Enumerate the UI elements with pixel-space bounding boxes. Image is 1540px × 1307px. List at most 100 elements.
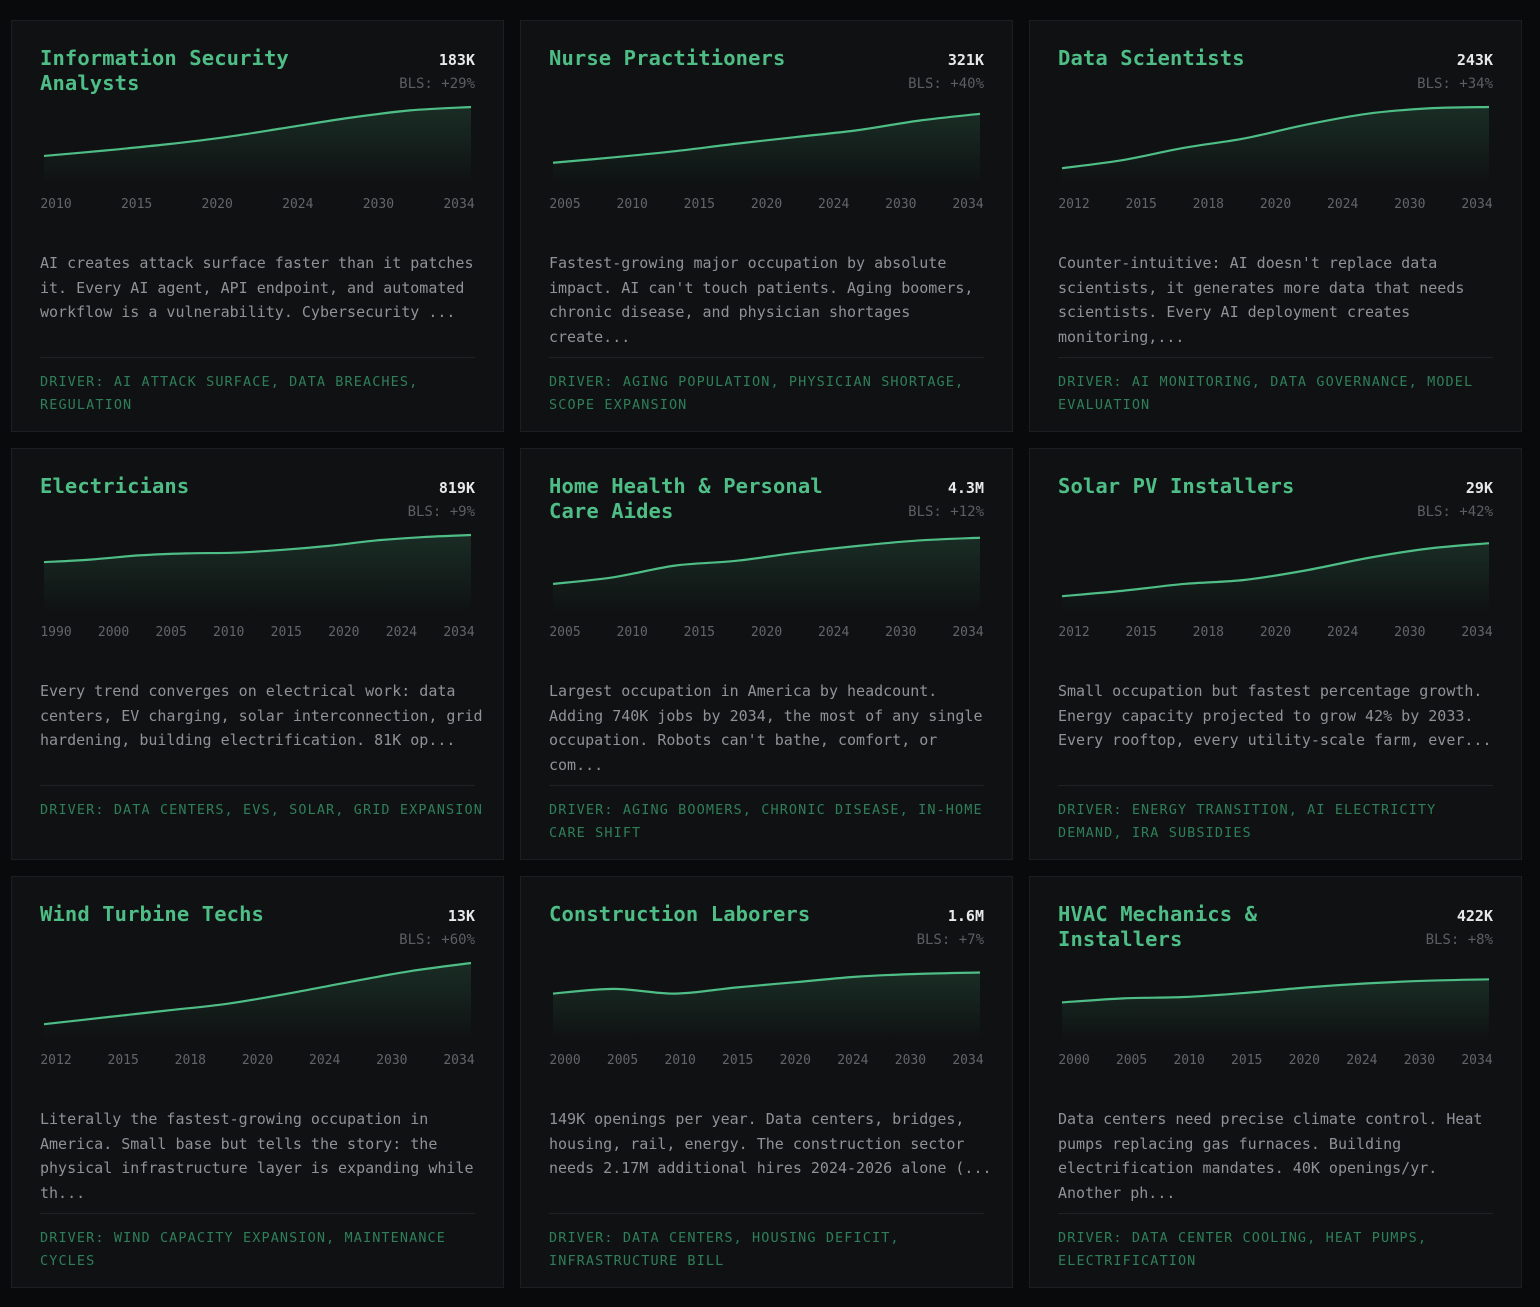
year-label: 2010 bbox=[616, 197, 648, 212]
card-title: HVAC Mechanics & Installers bbox=[1058, 902, 1258, 951]
year-label: 2034 bbox=[952, 1053, 984, 1068]
year-label: 2015 bbox=[683, 625, 715, 640]
occupation-card[interactable]: Information Security Analysts 183K BLS: … bbox=[11, 20, 504, 432]
card-description: Largest occupation in America by headcou… bbox=[549, 682, 983, 774]
occupation-card[interactable]: Home Health & Personal Care Aides 4.3M B… bbox=[520, 448, 1013, 860]
trend-sparkline bbox=[1061, 542, 1490, 613]
trend-area bbox=[553, 113, 980, 185]
occupation-card[interactable]: Electricians 819K BLS: +9% 1990 2000 2005 2… bbox=[11, 448, 504, 860]
card-count: 13K bbox=[447, 907, 475, 925]
divider bbox=[40, 1213, 475, 1214]
occupation-card[interactable]: Data Scientists 243K BLS: +34% 2012 2015 2… bbox=[1029, 20, 1522, 432]
divider bbox=[549, 785, 984, 786]
year-axis: 2012 2015 2018 2020 2024 2030 2034 bbox=[1030, 625, 1521, 643]
year-label: 2020 bbox=[779, 1053, 811, 1068]
year-label: 2010 bbox=[40, 197, 72, 212]
trend-sparkline bbox=[552, 536, 981, 613]
trend-area bbox=[553, 972, 980, 1041]
year-label: 2024 bbox=[309, 1053, 341, 1068]
card-count: 29K bbox=[1465, 479, 1493, 497]
card-title: Construction Laborers bbox=[549, 902, 811, 926]
year-label: 2005 bbox=[606, 1053, 639, 1068]
year-label: 1990 bbox=[40, 625, 72, 640]
card-description: Small occupation but fastest percentage … bbox=[1058, 682, 1492, 749]
trend-sparkline bbox=[43, 961, 472, 1041]
trend-sparkline bbox=[552, 971, 981, 1041]
divider bbox=[1058, 1213, 1493, 1214]
year-label: 2030 bbox=[894, 1053, 927, 1068]
occupation-grid: Information Security Analysts 183K BLS: … bbox=[0, 0, 1540, 1307]
card-count: 321K bbox=[947, 51, 984, 69]
card-title: Home Health & Personal Care Aides bbox=[549, 474, 823, 523]
year-label: 2024 bbox=[1327, 625, 1359, 640]
year-label: 2030 bbox=[1403, 1053, 1436, 1068]
year-label: 2030 bbox=[376, 1053, 408, 1068]
trend-sparkline bbox=[43, 105, 472, 185]
card-title: Data Scientists bbox=[1058, 46, 1245, 70]
year-label: 2010 bbox=[1173, 1053, 1205, 1068]
year-label: 2005 bbox=[155, 625, 187, 640]
year-axis: 2010 2015 2020 2024 2030 2034 bbox=[12, 197, 503, 215]
year-label: 2024 bbox=[1327, 197, 1359, 212]
year-label: 2034 bbox=[1461, 1053, 1493, 1068]
card-bls-growth: BLS: +40% bbox=[908, 76, 984, 92]
card-bls-growth: BLS: +8% bbox=[1425, 932, 1493, 948]
year-label: 2020 bbox=[201, 197, 233, 212]
card-title: Solar PV Installers bbox=[1058, 474, 1295, 498]
card-driver: DRIVER: AI MONITORING, DATA GOVERNANCE, … bbox=[1058, 374, 1474, 413]
card-bls-growth: BLS: +7% bbox=[916, 932, 984, 948]
trend-area bbox=[1062, 107, 1489, 185]
year-label: 2034 bbox=[443, 1053, 475, 1068]
year-label: 2034 bbox=[952, 625, 984, 640]
divider bbox=[1058, 357, 1493, 358]
year-label: 2015 bbox=[120, 197, 153, 212]
year-label: 2010 bbox=[664, 1053, 696, 1068]
card-bls-growth: BLS: +9% bbox=[407, 504, 475, 520]
occupation-card[interactable]: HVAC Mechanics & Installers 422K BLS: +8… bbox=[1029, 876, 1522, 1288]
year-axis: 2012 2015 2018 2020 2024 2030 2034 bbox=[1030, 197, 1521, 215]
occupation-card[interactable]: Nurse Practitioners 321K BLS: +40% 2005 2… bbox=[520, 20, 1013, 432]
occupation-card[interactable]: Construction Laborers 1.6M BLS: +7% 2000… bbox=[520, 876, 1013, 1288]
card-description: Fastest-growing major occupation by abso… bbox=[549, 254, 974, 346]
year-label: 2020 bbox=[750, 625, 783, 640]
year-label: 2012 bbox=[1058, 197, 1090, 212]
occupation-card[interactable]: Solar PV Installers 29K BLS: +42% 2012 20… bbox=[1029, 448, 1522, 860]
year-label: 2020 bbox=[750, 197, 783, 212]
trend-area bbox=[44, 963, 471, 1041]
year-label: 2012 bbox=[1058, 625, 1090, 640]
card-count: 4.3M bbox=[947, 479, 984, 497]
trend-sparkline bbox=[43, 533, 472, 613]
year-label: 2015 bbox=[1231, 1053, 1263, 1068]
card-bls-growth: BLS: +42% bbox=[1417, 504, 1493, 520]
year-label: 2000 bbox=[1058, 1053, 1090, 1068]
occupation-card[interactable]: Wind Turbine Techs 13K BLS: +60% 2012 201… bbox=[11, 876, 504, 1288]
trend-area bbox=[44, 535, 471, 613]
card-description: AI creates attack surface faster than it… bbox=[40, 254, 474, 321]
year-label: 2015 bbox=[107, 1053, 139, 1068]
year-label: 2018 bbox=[1192, 625, 1224, 640]
year-label: 2034 bbox=[443, 625, 475, 640]
trend-area bbox=[553, 537, 980, 613]
card-driver: DRIVER: DATA CENTERS, HOUSING DEFICIT, I… bbox=[549, 1230, 900, 1269]
year-axis: 2000 2005 2010 2015 2020 2024 2030 2034 bbox=[521, 1053, 1012, 1071]
year-label: 2010 bbox=[213, 625, 245, 640]
year-label: 2034 bbox=[952, 197, 984, 212]
card-count: 243K bbox=[1456, 51, 1493, 69]
card-driver: DRIVER: ENERGY TRANSITION, AI ELECTRICIT… bbox=[1058, 802, 1437, 841]
year-label: 2034 bbox=[443, 197, 475, 212]
card-count: 1.6M bbox=[947, 907, 984, 925]
year-label: 2020 bbox=[241, 1053, 274, 1068]
year-label: 2030 bbox=[885, 625, 917, 640]
card-count: 819K bbox=[438, 479, 475, 497]
card-title: Wind Turbine Techs bbox=[40, 902, 264, 926]
divider bbox=[549, 1213, 984, 1214]
year-label: 2024 bbox=[818, 197, 850, 212]
card-description: Counter-intuitive: AI doesn't replace da… bbox=[1058, 254, 1465, 346]
year-label: 2034 bbox=[1461, 197, 1493, 212]
trend-area bbox=[1062, 979, 1489, 1041]
year-label: 2018 bbox=[174, 1053, 206, 1068]
year-label: 2020 bbox=[1259, 625, 1292, 640]
year-axis: 2005 2010 2015 2020 2024 2030 2034 bbox=[521, 625, 1012, 643]
divider bbox=[40, 357, 475, 358]
card-count: 183K bbox=[438, 51, 475, 69]
